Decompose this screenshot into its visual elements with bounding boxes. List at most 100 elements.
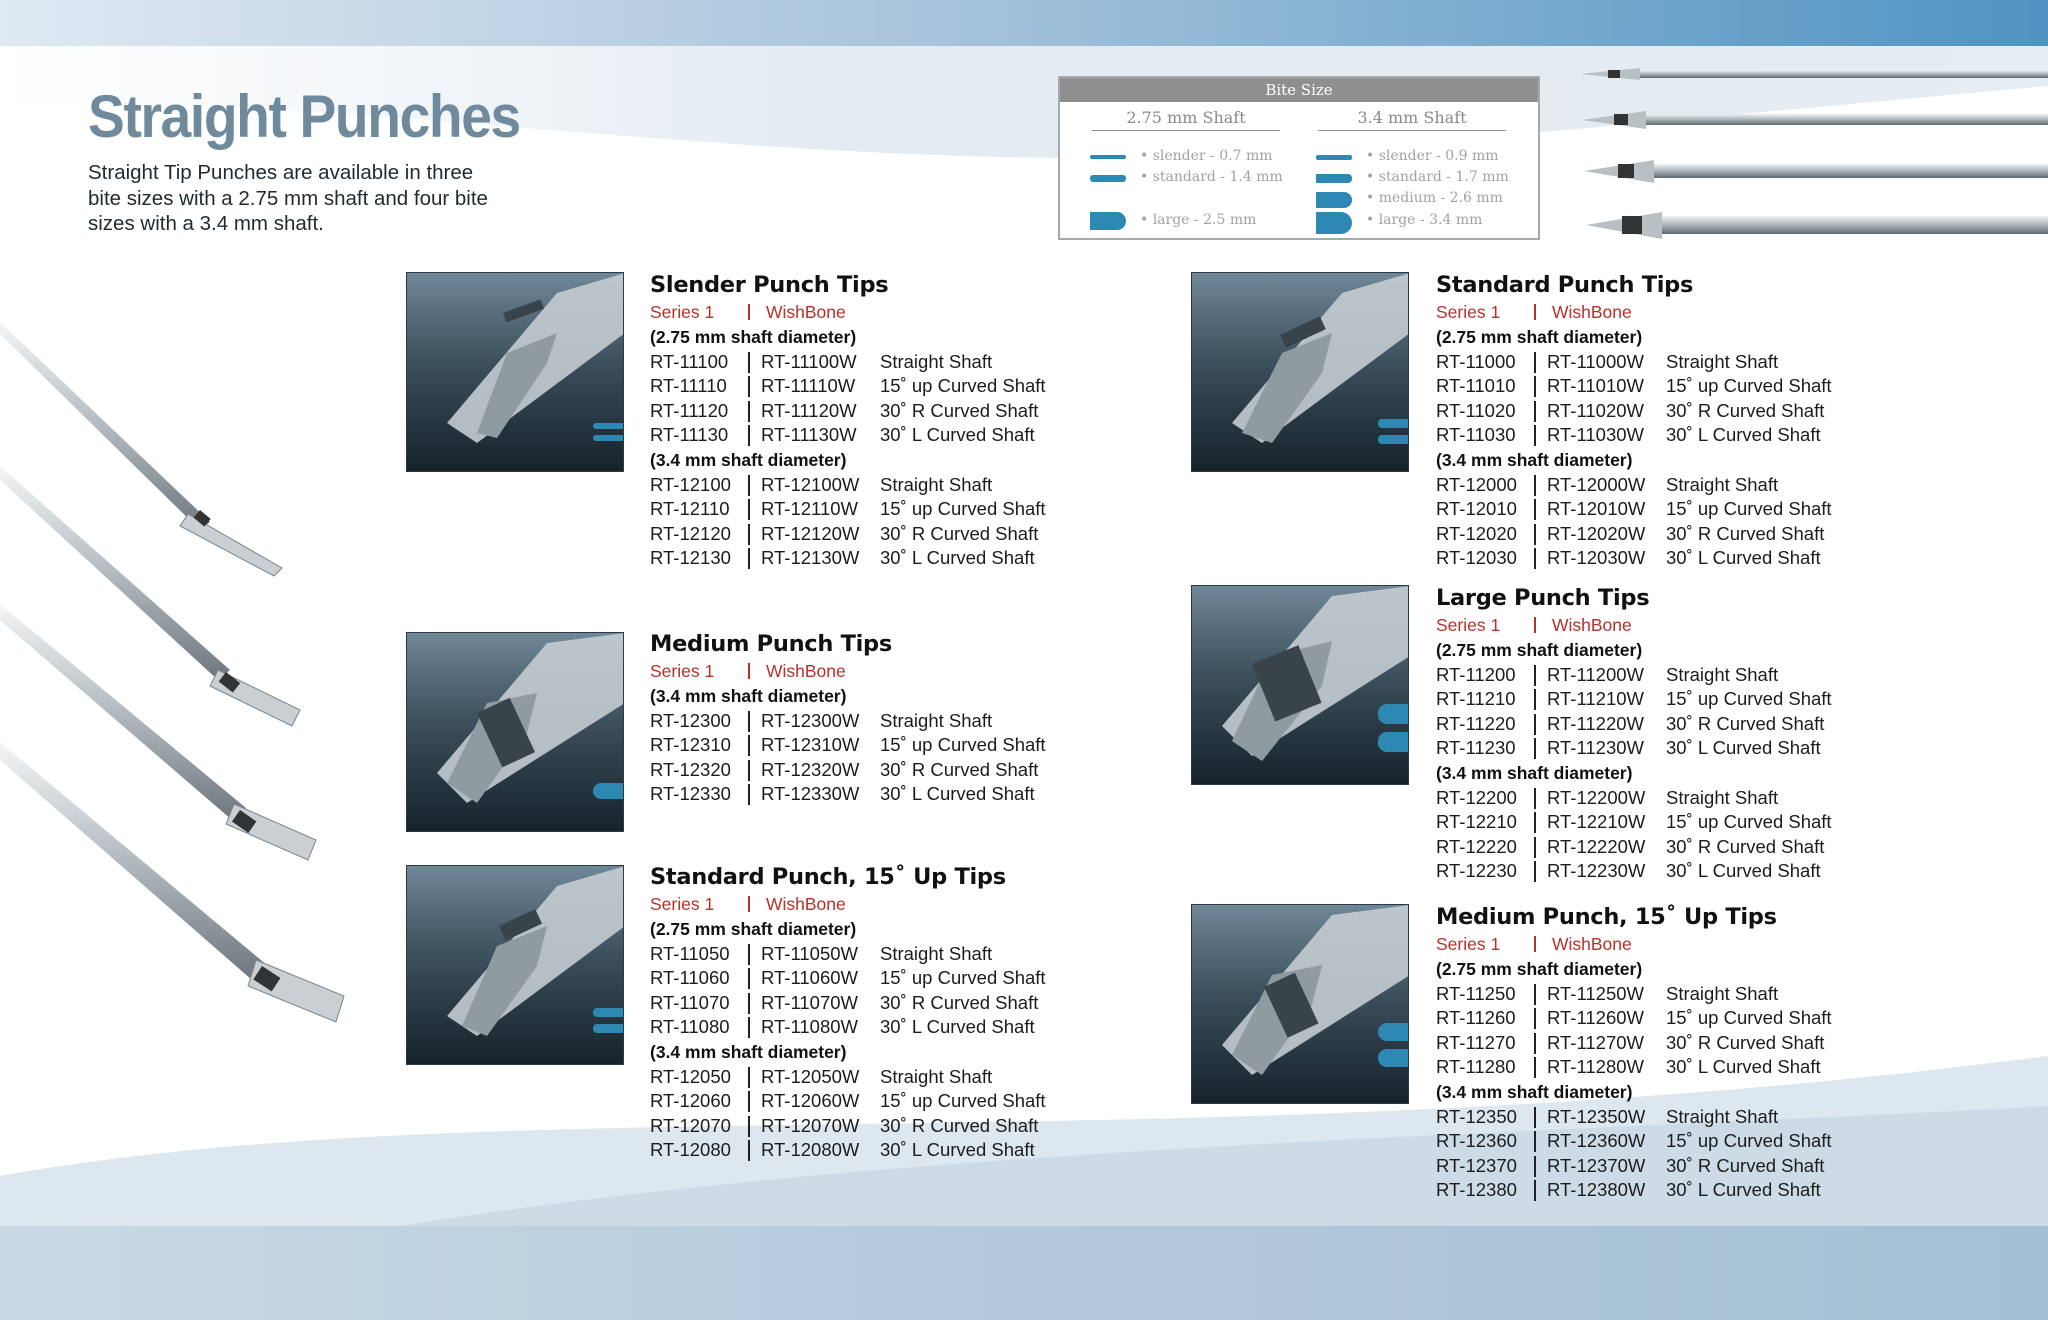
- shaft-type: Straight Shaft: [1666, 1105, 1779, 1127]
- part-divider: [1534, 836, 1536, 858]
- shaft-type: 30˚ R Curved Shaft: [1666, 399, 1825, 421]
- shaft-type: 15˚ up Curved Shaft: [1666, 498, 1832, 520]
- part-number: RT-12120: [650, 522, 731, 544]
- series-1-label: Series 1: [1436, 934, 1501, 954]
- wishbone-part-number: RT-12000W: [1547, 473, 1646, 495]
- shaft-type: 30˚ R Curved Shaft: [1666, 1154, 1825, 1176]
- shaft-type: 15˚ up Curved Shaft: [880, 967, 1046, 989]
- part-divider: [748, 735, 750, 757]
- wishbone-part-number: RT-11220W: [1547, 712, 1644, 734]
- part-row: RT-12310 RT-12310W 15˚ up Curved Shaft: [650, 733, 1090, 758]
- wishbone-part-number: RT-11080W: [761, 1016, 858, 1038]
- part-row: RT-12210 RT-12210W 15˚ up Curved Shaft: [1436, 810, 1876, 835]
- part-row: RT-12080 RT-12080W 30˚ L Curved Shaft: [650, 1138, 1090, 1163]
- part-number: RT-11230: [1436, 737, 1516, 759]
- shaft-type: 30˚ L Curved Shaft: [1666, 547, 1821, 569]
- product-title: Medium Punch, 15˚ Up Tips: [1436, 904, 1777, 930]
- part-row: RT-12350 RT-12350W Straight Shaft: [1436, 1105, 1876, 1130]
- product-title: Slender Punch Tips: [650, 272, 889, 298]
- part-row: RT-12330 RT-12330W 30˚ L Curved Shaft: [650, 782, 1090, 807]
- part-divider: [748, 1115, 750, 1137]
- part-row: RT-12050 RT-12050W Straight Shaft: [650, 1065, 1090, 1090]
- bite-indicator: [1378, 1023, 1408, 1041]
- shaft-type: Straight Shaft: [1666, 982, 1779, 1004]
- shaft-type: 30˚ L Curved Shaft: [1666, 860, 1821, 882]
- product-standard-punch: Standard Punch Tips Series 1 WishBone (2.75…: [1436, 270, 1876, 571]
- bite-col-3-4: 3.4 mm Shaft • slender - 0.9 mm • standa…: [1286, 108, 1516, 234]
- part-divider: [748, 1017, 750, 1039]
- bite-marker: [1090, 155, 1126, 159]
- wishbone-part-number: RT-11020W: [1547, 399, 1644, 421]
- wishbone-part-number: RT-11280W: [1547, 1056, 1644, 1078]
- part-divider: [1534, 351, 1536, 373]
- shaft-diameter-heading: (3.4 mm shaft diameter): [1436, 762, 1633, 783]
- part-row: RT-12320 RT-12320W 30˚ R Curved Shaft: [650, 758, 1090, 783]
- part-divider: [1534, 812, 1536, 834]
- part-number: RT-11280: [1436, 1056, 1516, 1078]
- shaft-type: 30˚ L Curved Shaft: [880, 1016, 1035, 1038]
- wishbone-part-number: RT-12050W: [761, 1065, 860, 1087]
- shaft-type: 15˚ up Curved Shaft: [1666, 811, 1832, 833]
- product-slender-punch: Slender Punch Tips Series 1 WishBone (2.75 …: [650, 270, 1090, 571]
- wishbone-part-number: RT-12120W: [761, 522, 860, 544]
- product-title: Medium Punch Tips: [650, 631, 892, 657]
- shaft-diameter-heading: (2.75 mm shaft diameter): [1436, 959, 1643, 979]
- part-row: RT-12010 RT-12010W 15˚ up Curved Shaft: [1436, 497, 1876, 522]
- shaft-diameter-heading: (2.75 mm shaft diameter): [650, 327, 857, 347]
- shaft-type: 30˚ R Curved Shaft: [880, 399, 1039, 421]
- part-divider: [1534, 474, 1536, 496]
- part-number: RT-12370: [1436, 1154, 1517, 1176]
- bite-indicator: [593, 783, 623, 799]
- wishbone-part-number: RT-11000W: [1547, 350, 1644, 372]
- part-number: RT-12100: [650, 473, 731, 495]
- bite-indicator: [593, 423, 623, 429]
- shaft-type: 30˚ R Curved Shaft: [880, 522, 1039, 544]
- part-divider: [1534, 1131, 1536, 1153]
- bite-indicator: [593, 1024, 623, 1033]
- shaft-diameter-heading: (3.4 mm shaft diameter): [650, 686, 847, 706]
- bite-col-2-75: 2.75 mm Shaft • slender - 0.7 mm • stand…: [1060, 108, 1290, 230]
- part-divider: [1534, 1008, 1536, 1030]
- wishbone-part-number: RT-11210W: [1547, 688, 1644, 710]
- bite-marker: [1316, 212, 1352, 234]
- wishbone-part-number: RT-12110W: [761, 498, 858, 520]
- part-number: RT-12320: [650, 758, 731, 780]
- shaft-diameter-heading: (3.4 mm shaft diameter): [650, 449, 847, 470]
- wishbone-part-number: RT-12380W: [1547, 1179, 1646, 1201]
- wishbone-part-number: RT-12220W: [1547, 835, 1646, 857]
- shaft-type: 30˚ R Curved Shaft: [1666, 712, 1825, 734]
- part-row: RT-12020 RT-12020W 30˚ R Curved Shaft: [1436, 522, 1876, 547]
- wishbone-part-number: RT-12230W: [1547, 860, 1646, 882]
- part-divider: [1534, 1106, 1536, 1128]
- part-number: RT-12070: [650, 1114, 731, 1136]
- shaft-type: Straight Shaft: [1666, 350, 1779, 372]
- part-number: RT-12300: [650, 709, 731, 731]
- part-number: RT-12030: [1436, 547, 1517, 569]
- part-divider: [748, 1091, 750, 1113]
- part-row: RT-12120 RT-12120W 30˚ R Curved Shaft: [650, 522, 1090, 547]
- wishbone-part-number: RT-11070W: [761, 991, 858, 1013]
- wishbone-part-number: RT-11250W: [1547, 982, 1644, 1004]
- part-number: RT-12110: [650, 498, 730, 520]
- part-number: RT-11060: [650, 967, 730, 989]
- part-divider: [1534, 1180, 1536, 1202]
- part-row: RT-11030 RT-11030W 30˚ L Curved Shaft: [1436, 423, 1876, 448]
- part-number: RT-12080: [650, 1139, 731, 1161]
- slender-punch-photo: [406, 272, 624, 472]
- wishbone-part-number: RT-11260W: [1547, 1007, 1644, 1029]
- wishbone-part-number: RT-11030W: [1547, 424, 1644, 446]
- part-row: RT-12220 RT-12220W 30˚ R Curved Shaft: [1436, 835, 1876, 860]
- intro-text: Straight Tip Punches are available in th…: [88, 161, 488, 235]
- bite-indicator: [1378, 1049, 1408, 1067]
- part-row: RT-12360 RT-12360W 15˚ up Curved Shaft: [1436, 1129, 1876, 1154]
- shaft-type: Straight Shaft: [880, 350, 993, 372]
- bite-indicator: [1378, 435, 1408, 444]
- shaft-diameter-heading: (2.75 mm shaft diameter): [650, 919, 857, 939]
- part-row: RT-12110 RT-12110W 15˚ up Curved Shaft: [650, 497, 1090, 522]
- shaft-diameter-heading: (2.75 mm shaft diameter): [1436, 327, 1643, 347]
- wishbone-part-number: RT-11050W: [761, 942, 858, 964]
- product-medium-15-up-punch: Medium Punch, 15˚ Up Tips Series 1 WishBon…: [1436, 902, 1876, 1203]
- part-number: RT-11250: [1436, 982, 1516, 1004]
- bite-marker: [1090, 175, 1126, 182]
- wishbone-label: WishBone: [1552, 615, 1632, 635]
